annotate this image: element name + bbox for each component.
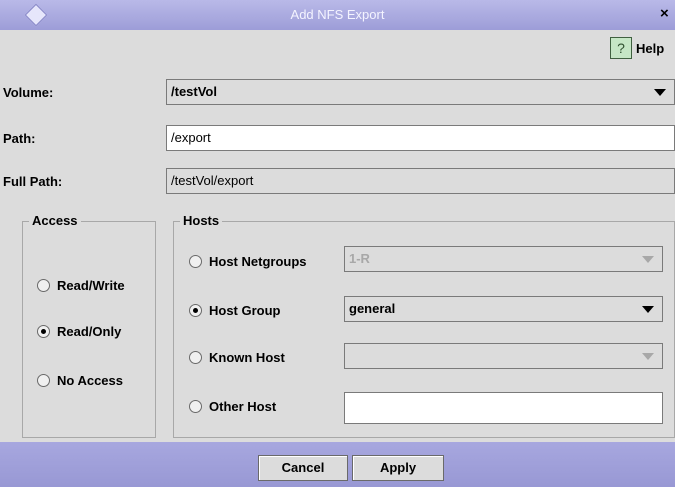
help-button[interactable]: ? Help xyxy=(610,36,664,60)
hosts-title: Hosts xyxy=(180,213,223,228)
host-option-known-host[interactable]: Known Host xyxy=(189,350,285,365)
close-icon[interactable]: × xyxy=(660,4,675,24)
host-option-other-host[interactable]: Other Host xyxy=(189,399,276,414)
host-netgroups-label: Host Netgroups xyxy=(209,254,307,269)
access-option-read-write[interactable]: Read/Write xyxy=(37,278,125,293)
radio-read-write[interactable] xyxy=(37,279,50,292)
access-label-no-access: No Access xyxy=(57,373,123,388)
host-netgroups-select[interactable]: 1-R xyxy=(344,246,663,272)
chevron-down-icon xyxy=(642,256,654,263)
access-title: Access xyxy=(29,213,81,228)
window-title: Add NFS Export xyxy=(290,7,385,22)
chevron-down-icon xyxy=(654,89,666,96)
path-label: Path: xyxy=(3,131,36,146)
title-bar[interactable]: Add NFS Export × xyxy=(0,0,675,30)
other-host-input[interactable] xyxy=(344,392,663,424)
host-netgroups-value: 1-R xyxy=(349,251,370,266)
access-label-read-write: Read/Write xyxy=(57,278,125,293)
radio-read-only[interactable] xyxy=(37,325,50,338)
access-label-read-only: Read/Only xyxy=(57,324,122,339)
radio-known-host[interactable] xyxy=(189,351,202,364)
apply-button[interactable]: Apply xyxy=(352,455,444,481)
help-toolbar xyxy=(0,30,675,65)
full-path-label: Full Path: xyxy=(3,174,63,189)
radio-host-netgroups[interactable] xyxy=(189,255,202,268)
help-label: Help xyxy=(636,40,665,56)
path-input[interactable]: /export xyxy=(166,125,675,151)
host-group-select[interactable]: general xyxy=(344,296,663,322)
full-path-field: /testVol/export xyxy=(166,168,675,194)
nfs-export-dialog: Add NFS Export × ? Help Volume: /testVol… xyxy=(0,0,675,487)
host-group-value: general xyxy=(349,301,396,316)
known-host-label: Known Host xyxy=(209,350,285,365)
volume-label: Volume: xyxy=(3,85,54,100)
host-option-netgroups[interactable]: Host Netgroups xyxy=(189,254,307,269)
volume-value: /testVol xyxy=(171,84,217,99)
access-option-read-only[interactable]: Read/Only xyxy=(37,324,121,339)
help-icon: ? xyxy=(610,37,632,59)
radio-host-group[interactable] xyxy=(189,304,202,317)
known-host-select[interactable] xyxy=(344,343,663,369)
chevron-down-icon xyxy=(642,353,654,360)
volume-select[interactable]: /testVol xyxy=(166,79,675,105)
radio-other-host[interactable] xyxy=(189,400,202,413)
other-host-label: Other Host xyxy=(209,399,277,414)
host-option-host-group[interactable]: Host Group xyxy=(189,303,281,318)
chevron-down-icon xyxy=(642,306,654,313)
host-group-label: Host Group xyxy=(209,303,281,318)
radio-no-access[interactable] xyxy=(37,374,50,387)
cancel-button[interactable]: Cancel xyxy=(258,455,348,481)
access-option-no-access[interactable]: No Access xyxy=(37,373,123,388)
